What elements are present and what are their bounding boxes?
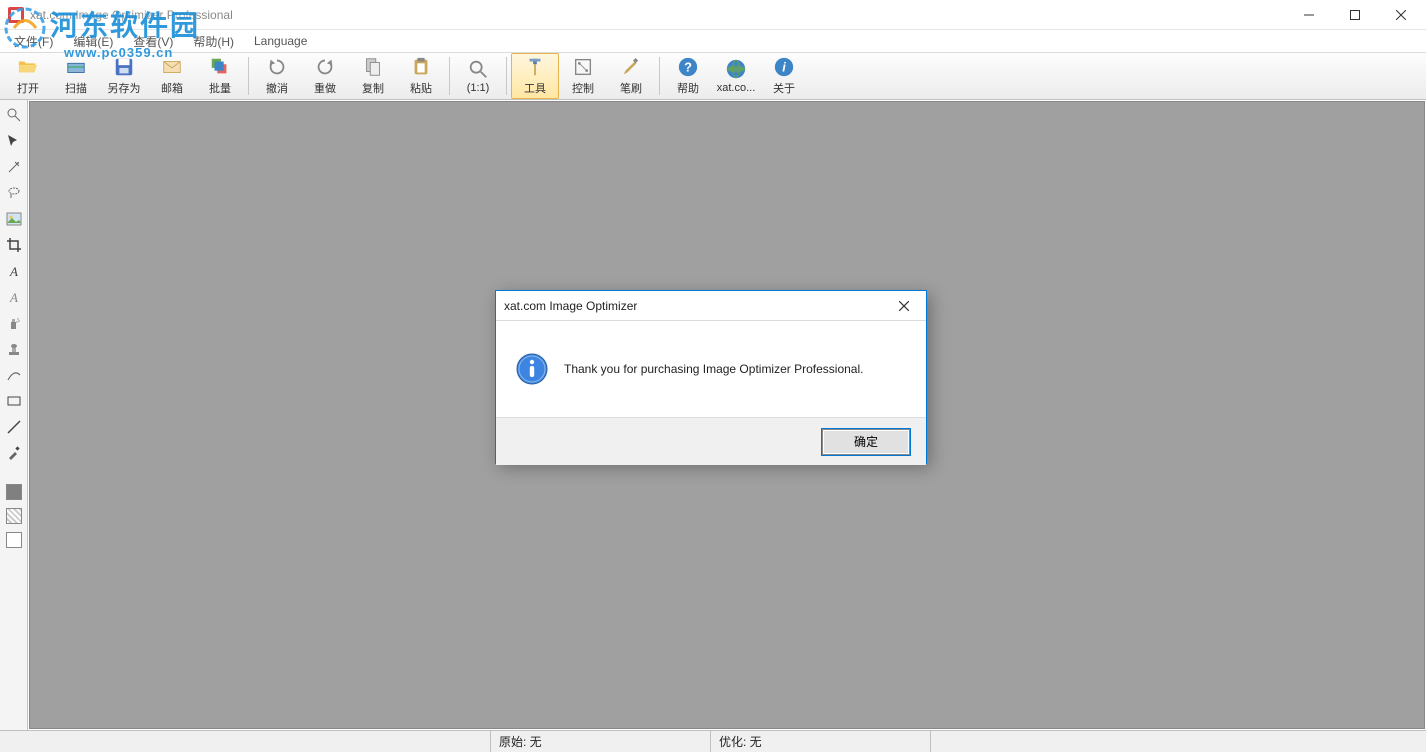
app-icon [8, 7, 24, 23]
brush-icon [620, 56, 642, 78]
background-swatch[interactable] [6, 532, 22, 548]
paste-button[interactable]: 粘贴 [397, 53, 445, 99]
redo-icon [314, 56, 336, 78]
menu-edit[interactable]: 编辑(E) [63, 31, 123, 52]
tools-button[interactable]: 工具 [511, 53, 559, 99]
window-title: xat.com Image Optimizer Professional [30, 8, 233, 22]
undo-icon [266, 56, 288, 78]
stamp-tool-icon[interactable] [5, 340, 23, 358]
menu-view[interactable]: 查看(V) [123, 31, 183, 52]
dialog-close-button[interactable] [890, 296, 918, 316]
svg-text:A: A [9, 290, 18, 305]
help-button[interactable]: ?帮助 [664, 53, 712, 99]
help-icon: ? [677, 56, 699, 78]
redo-button[interactable]: 重做 [301, 53, 349, 99]
dialog-ok-button[interactable]: 确定 [822, 429, 910, 455]
paste-icon [410, 56, 432, 78]
dialog-titlebar[interactable]: xat.com Image Optimizer [496, 291, 926, 321]
batch-button[interactable]: 批量 [196, 53, 244, 99]
globe-icon [725, 58, 747, 80]
pointer-tool-icon[interactable] [5, 132, 23, 150]
curve-tool-icon[interactable] [5, 366, 23, 384]
mail-icon [161, 56, 183, 78]
xatcom-button[interactable]: xat.co... [712, 53, 760, 99]
wand-tool-icon[interactable] [5, 158, 23, 176]
svg-text:i: i [782, 60, 786, 75]
text-tool-icon[interactable]: A [5, 262, 23, 280]
foreground-swatch[interactable] [6, 484, 22, 500]
dialog-body: Thank you for purchasing Image Optimizer… [496, 321, 926, 417]
svg-text:?: ? [684, 60, 692, 75]
copy-icon [362, 56, 384, 78]
status-cell-4 [930, 731, 1426, 752]
control-icon [572, 56, 594, 78]
spray-tool-icon[interactable] [5, 314, 23, 332]
zoom-tool-icon[interactable] [5, 106, 23, 124]
titlebar: xat.com Image Optimizer Professional [0, 0, 1426, 30]
menu-language[interactable]: Language [244, 32, 317, 50]
open-button[interactable]: 打开 [4, 53, 52, 99]
menubar: 文件(F) 编辑(E) 查看(V) 帮助(H) Language [0, 30, 1426, 52]
mail-button[interactable]: 邮箱 [148, 53, 196, 99]
menu-file[interactable]: 文件(F) [4, 31, 63, 52]
statusbar: 原始: 无 优化: 无 [0, 730, 1426, 752]
brush-button[interactable]: 笔刷 [607, 53, 655, 99]
maximize-button[interactable] [1332, 0, 1378, 30]
dialog-footer: 确定 [496, 417, 926, 465]
folder-open-icon [17, 56, 39, 78]
undo-button[interactable]: 撤消 [253, 53, 301, 99]
line-tool-icon[interactable] [5, 418, 23, 436]
info-icon: i [773, 56, 795, 78]
copy-button[interactable]: 复制 [349, 53, 397, 99]
minimize-button[interactable] [1286, 0, 1332, 30]
info-icon [516, 353, 548, 385]
scanner-icon [65, 56, 87, 78]
saveas-button[interactable]: 另存为 [100, 53, 148, 99]
save-icon [113, 56, 135, 78]
pattern-swatch[interactable] [6, 508, 22, 524]
control-button[interactable]: 控制 [559, 53, 607, 99]
lasso-tool-icon[interactable] [5, 184, 23, 202]
image-tool-icon[interactable] [5, 210, 23, 228]
toolbar: 打开 扫描 另存为 邮箱 批量 撤消 重做 复制 粘贴 (1:1) 工具 控制 … [0, 52, 1426, 100]
status-original: 原始: 无 [490, 731, 710, 752]
dialog-title: xat.com Image Optimizer [504, 299, 637, 313]
magnify-icon [467, 58, 489, 80]
scan-button[interactable]: 扫描 [52, 53, 100, 99]
rect-tool-icon[interactable] [5, 392, 23, 410]
status-optimized: 优化: 无 [710, 731, 930, 752]
batch-icon [209, 56, 231, 78]
info-dialog: xat.com Image Optimizer Thank you for pu… [495, 290, 927, 464]
zoom-1to1-button[interactable]: (1:1) [454, 53, 502, 99]
eyedropper-tool-icon[interactable] [5, 444, 23, 462]
status-cell-1 [0, 731, 490, 752]
crop-tool-icon[interactable] [5, 236, 23, 254]
tool-sidebar: A A [0, 100, 28, 730]
hammer-icon [524, 56, 546, 78]
text2-tool-icon[interactable]: A [5, 288, 23, 306]
close-button[interactable] [1378, 0, 1424, 30]
svg-text:A: A [9, 264, 18, 279]
about-button[interactable]: i关于 [760, 53, 808, 99]
menu-help[interactable]: 帮助(H) [183, 31, 244, 52]
dialog-message: Thank you for purchasing Image Optimizer… [564, 362, 863, 376]
